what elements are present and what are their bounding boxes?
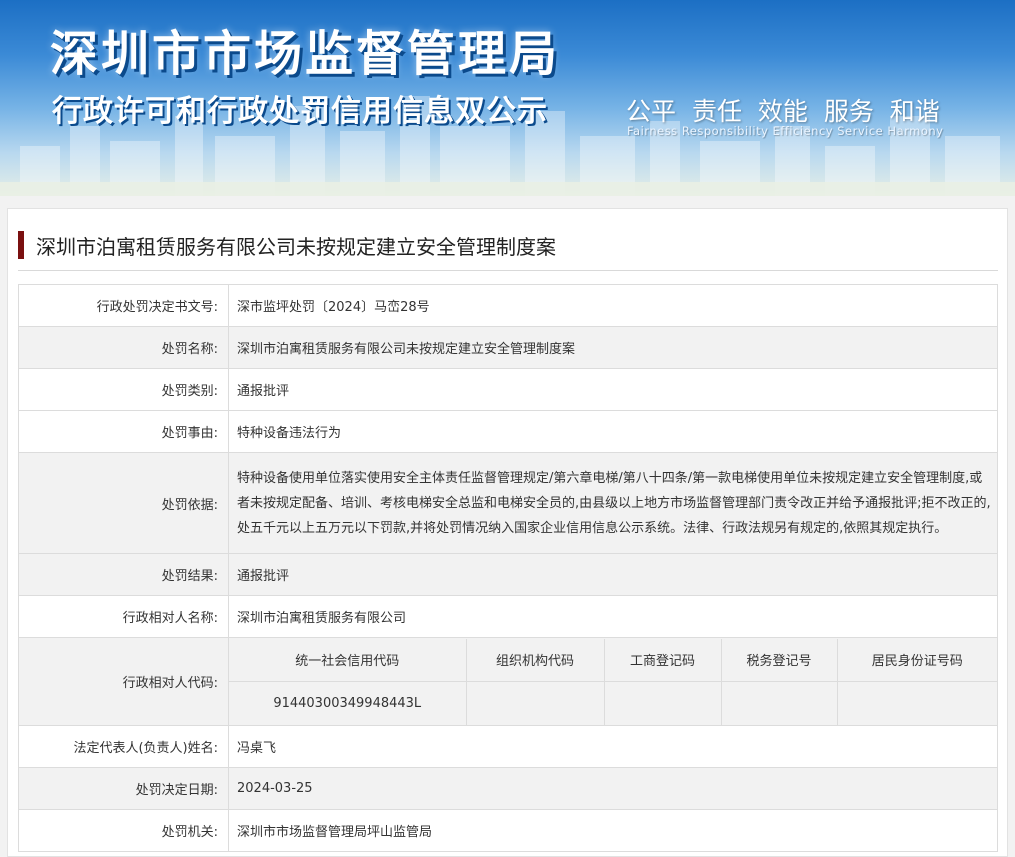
table-row: 行政处罚决定书文号: 深市监坪处罚〔2024〕马峦28号 — [18, 284, 998, 327]
party-name-value: 深圳市泊寓租赁服务有限公司 — [228, 595, 998, 638]
doc-no-label: 行政处罚决定书文号: — [18, 284, 229, 327]
banner-slogan: 公平 责任 效能 服务 和谐 — [626, 97, 940, 126]
penalty-basis-label: 处罚依据: — [18, 452, 229, 554]
penalty-result-value: 通报批评 — [228, 553, 998, 596]
penalty-basis-value: 特种设备使用单位落实使用安全主体责任监督管理规定/第六章电梯/第八十四条/第一款… — [228, 452, 998, 554]
penalty-info-table: 行政处罚决定书文号: 深市监坪处罚〔2024〕马峦28号 处罚名称: 深圳市泊寓… — [18, 284, 998, 852]
penalty-name-label: 处罚名称: — [18, 326, 229, 369]
table-row: 处罚结果: 通报批评 — [18, 553, 998, 596]
decision-date-label: 处罚决定日期: — [18, 767, 229, 810]
party-code-table: 统一社会信用代码 组织机构代码 工商登记码 税务登记号 居民身份证号码 9144… — [229, 638, 997, 725]
credit-code-value: 91440300349948443L — [229, 681, 467, 725]
code-header: 工商登记码 — [603, 638, 722, 682]
code-header: 居民身份证号码 — [836, 638, 997, 682]
tax-reg-value — [720, 681, 838, 725]
code-header: 统一社会信用代码 — [229, 638, 467, 682]
code-header-row: 统一社会信用代码 组织机构代码 工商登记码 税务登记号 居民身份证号码 — [229, 638, 997, 682]
table-row: 处罚名称: 深圳市泊寓租赁服务有限公司未按规定建立安全管理制度案 — [18, 326, 998, 369]
header-banner: 深圳市市场监督管理局 行政许可和行政处罚信用信息双公示 公平 责任 效能 服务 … — [0, 0, 1015, 196]
agency-title: 深圳市市场监督管理局 — [50, 26, 561, 82]
penalty-reason-value: 特种设备违法行为 — [228, 410, 998, 453]
table-row: 处罚机关: 深圳市市场监督管理局坪山监管局 — [18, 809, 998, 852]
legal-rep-label: 法定代表人(负责人)姓名: — [18, 725, 229, 768]
penalty-reason-label: 处罚事由: — [18, 410, 229, 453]
penalty-name-value: 深圳市泊寓租赁服务有限公司未按规定建立安全管理制度案 — [228, 326, 998, 369]
table-row: 处罚类别: 通报批评 — [18, 368, 998, 411]
case-heading: 深圳市泊寓租赁服务有限公司未按规定建立安全管理制度案 — [18, 227, 998, 271]
content-panel: 深圳市泊寓租赁服务有限公司未按规定建立安全管理制度案 行政处罚决定书文号: 深市… — [7, 208, 1008, 857]
party-code-label: 行政相对人代码: — [18, 637, 229, 726]
authority-label: 处罚机关: — [18, 809, 229, 852]
party-name-label: 行政相对人名称: — [18, 595, 229, 638]
authority-value: 深圳市市场监督管理局坪山监管局 — [228, 809, 998, 852]
id-card-value — [836, 681, 997, 725]
table-row: 处罚决定日期: 2024-03-25 — [18, 767, 998, 810]
code-header: 税务登记号 — [720, 638, 838, 682]
table-row: 行政相对人代码: 统一社会信用代码 组织机构代码 工商登记码 税务登记号 居民身… — [18, 637, 998, 726]
heading-accent-bar — [18, 231, 24, 259]
banner-subtitle: 行政许可和行政处罚信用信息双公示 — [52, 94, 548, 129]
org-code-value — [465, 681, 605, 725]
table-row: 行政相对人名称: 深圳市泊寓租赁服务有限公司 — [18, 595, 998, 638]
table-row: 法定代表人(负责人)姓名: 冯桌飞 — [18, 725, 998, 768]
table-row: 处罚事由: 特种设备违法行为 — [18, 410, 998, 453]
case-title: 深圳市泊寓租赁服务有限公司未按规定建立安全管理制度案 — [36, 237, 556, 259]
code-header: 组织机构代码 — [465, 638, 605, 682]
banner-slogan-english: Fairness Responsibility Efficiency Servi… — [627, 124, 944, 138]
penalty-category-value: 通报批评 — [228, 368, 998, 411]
table-row: 处罚依据: 特种设备使用单位落实使用安全主体责任监督管理规定/第六章电梯/第八十… — [18, 452, 998, 554]
doc-no-value: 深市监坪处罚〔2024〕马峦28号 — [228, 284, 998, 327]
penalty-category-label: 处罚类别: — [18, 368, 229, 411]
code-value-row: 91440300349948443L — [229, 681, 997, 725]
penalty-result-label: 处罚结果: — [18, 553, 229, 596]
decision-date-value: 2024-03-25 — [228, 767, 998, 810]
business-reg-value — [603, 681, 722, 725]
legal-rep-value: 冯桌飞 — [228, 725, 998, 768]
party-code-cell: 统一社会信用代码 组织机构代码 工商登记码 税务登记号 居民身份证号码 9144… — [228, 637, 998, 726]
